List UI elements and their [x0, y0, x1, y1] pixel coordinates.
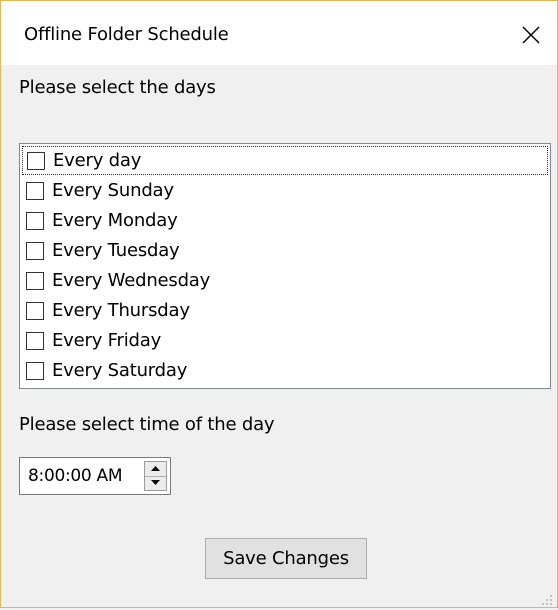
checkbox[interactable]	[26, 241, 44, 260]
save-changes-button[interactable]: Save Changes	[205, 538, 367, 579]
checkbox[interactable]	[26, 301, 44, 320]
checkbox[interactable]	[26, 181, 44, 200]
time-spinner	[144, 461, 167, 491]
title-bar: Offline Folder Schedule	[1, 1, 557, 65]
days-label: Please select the days	[19, 77, 216, 98]
time-value[interactable]: 8:00:00 AM	[28, 466, 123, 486]
chevron-up-icon	[151, 466, 160, 471]
list-item-label: Every Tuesday	[52, 240, 180, 261]
time-label: Please select time of the day	[19, 414, 275, 435]
list-item-every-sunday[interactable]: Every Sunday	[22, 176, 548, 205]
time-picker[interactable]: 8:00:00 AM	[19, 457, 171, 495]
checkbox[interactable]	[26, 331, 44, 350]
spin-down-button[interactable]	[145, 476, 166, 490]
close-button[interactable]	[511, 17, 555, 51]
list-item-every-friday[interactable]: Every Friday	[22, 326, 548, 355]
list-item-label: Every Friday	[52, 330, 162, 351]
list-item-every-monday[interactable]: Every Monday	[22, 206, 548, 235]
checkbox[interactable]	[26, 211, 44, 230]
dialog-window: Offline Folder Schedule Please select th…	[0, 0, 558, 608]
list-item-label: Every Wednesday	[52, 270, 211, 291]
checkbox[interactable]	[26, 361, 44, 380]
list-item-every-saturday[interactable]: Every Saturday	[22, 356, 548, 385]
list-item-label: Every Monday	[52, 210, 178, 231]
list-item-every-day[interactable]: Every day	[22, 146, 548, 175]
window-title: Offline Folder Schedule	[24, 24, 229, 45]
list-item-label: Every Thursday	[52, 300, 190, 321]
list-item-label: Every day	[53, 150, 142, 171]
days-checklist[interactable]: Every day Every Sunday Every Monday Ever…	[19, 143, 551, 389]
list-item-every-tuesday[interactable]: Every Tuesday	[22, 236, 548, 265]
list-item-every-wednesday[interactable]: Every Wednesday	[22, 266, 548, 295]
list-item-label: Every Sunday	[52, 180, 174, 201]
checkbox[interactable]	[26, 271, 44, 290]
list-item-every-thursday[interactable]: Every Thursday	[22, 296, 548, 325]
checkbox[interactable]	[27, 151, 45, 170]
close-icon	[522, 26, 540, 44]
spin-up-button[interactable]	[145, 462, 166, 477]
list-item-label: Every Saturday	[52, 360, 188, 381]
chevron-down-icon	[151, 480, 160, 485]
resize-grip-icon[interactable]	[541, 591, 553, 605]
